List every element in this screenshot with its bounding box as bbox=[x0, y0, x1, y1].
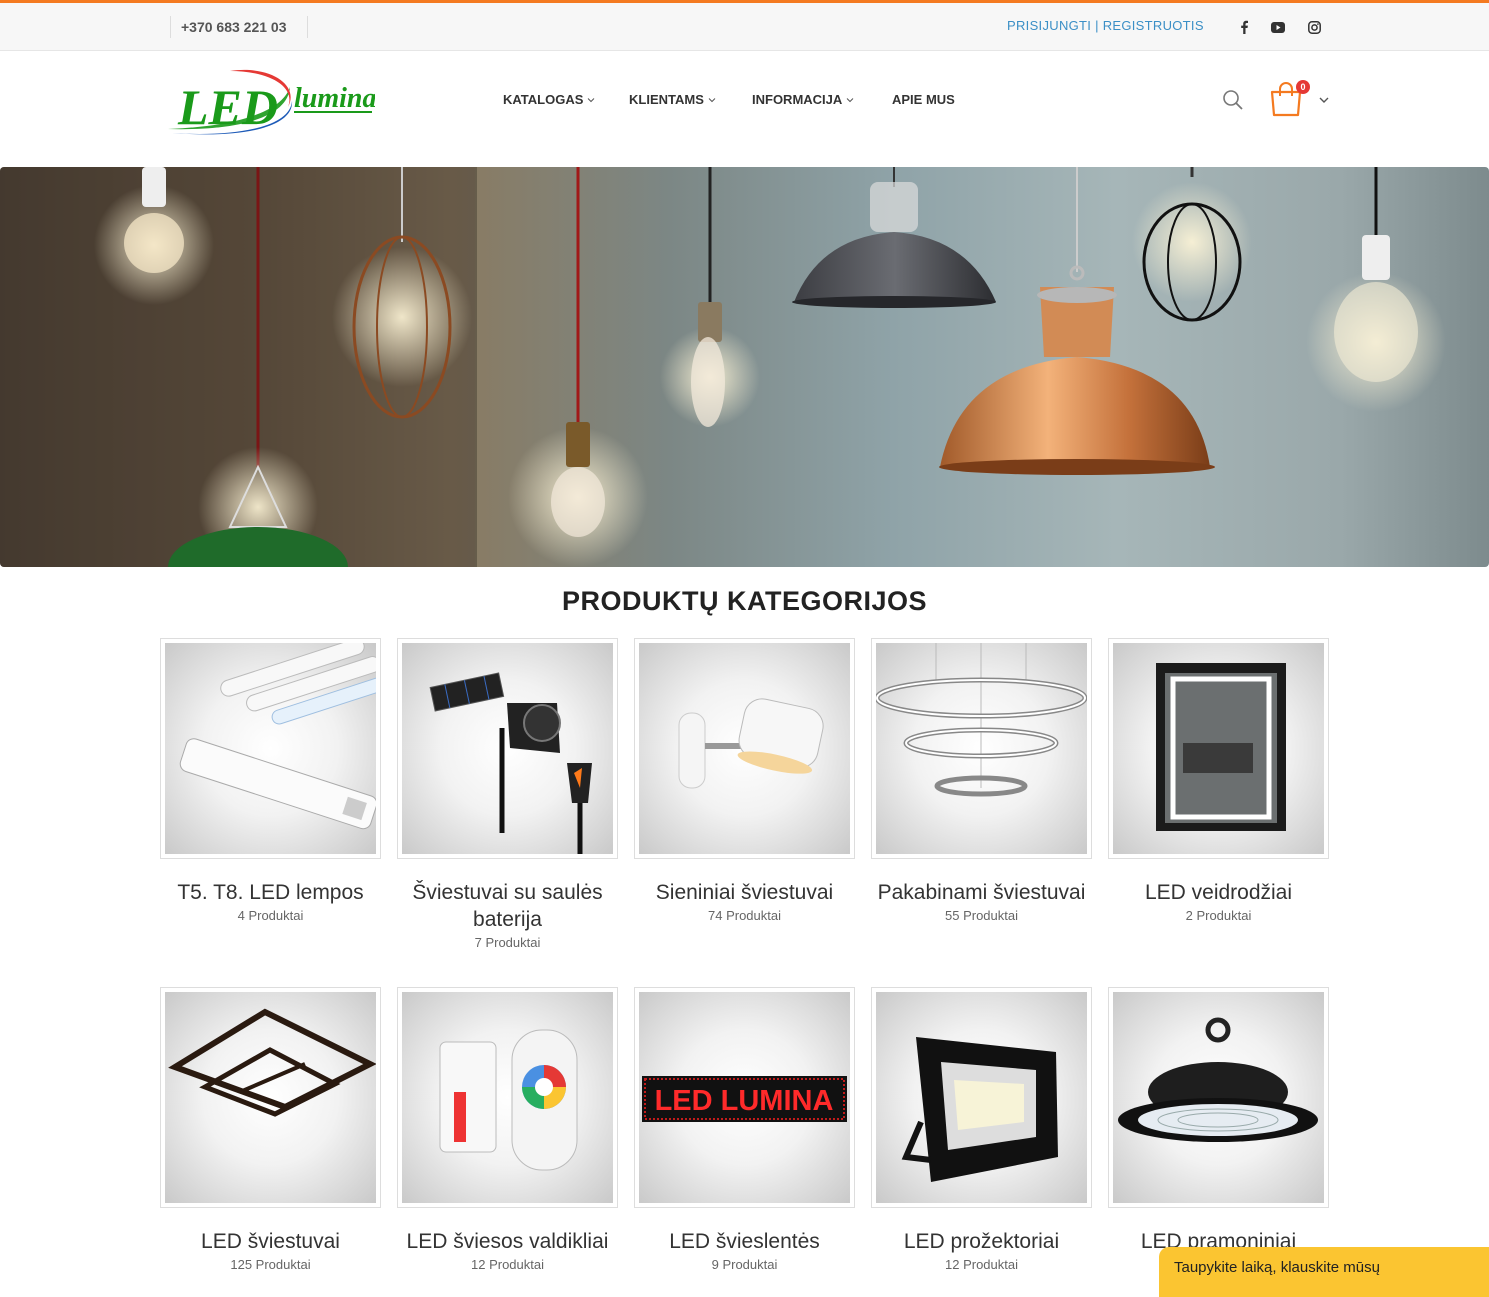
category-image bbox=[876, 643, 1087, 854]
category-name[interactable]: Pakabinami šviestuvai bbox=[871, 879, 1092, 906]
category-card-t5-t8[interactable]: T5. T8. LED lempos 4 Produktai bbox=[160, 638, 381, 923]
category-image bbox=[402, 643, 613, 854]
main-header: LED lumina KATALOGAS KLIENTAMS INFORMACI… bbox=[0, 52, 1489, 166]
nav-label: INFORMACIJA bbox=[752, 92, 843, 107]
category-card-signs[interactable]: LED LUMINA LED švieslentės 9 Produktai bbox=[634, 987, 855, 1272]
category-name[interactable]: LED veidrodžiai bbox=[1108, 879, 1329, 906]
category-card-wall[interactable]: Sieniniai šviestuvai 74 Produktai bbox=[634, 638, 855, 923]
category-count: 55 Produktai bbox=[945, 908, 1018, 923]
category-count: 4 Produktai bbox=[237, 908, 304, 923]
hero-seam bbox=[475, 167, 477, 567]
chat-label: Taupykite laiką, klauskite mūsų bbox=[1174, 1259, 1380, 1276]
category-image-frame[interactable] bbox=[397, 987, 618, 1208]
category-count: 74 Produktai bbox=[708, 908, 781, 923]
category-card-floodlights[interactable]: LED prožektoriai 12 Produktai bbox=[871, 987, 1092, 1272]
category-name[interactable]: LED švieslentės bbox=[634, 1228, 855, 1255]
category-image bbox=[639, 643, 850, 854]
chevron-down-icon bbox=[588, 97, 595, 102]
category-image bbox=[876, 992, 1087, 1203]
category-image-frame[interactable] bbox=[160, 638, 381, 859]
category-name[interactable]: Šviestuvai su saulės baterija bbox=[397, 879, 618, 933]
category-image-frame[interactable] bbox=[871, 987, 1092, 1208]
instagram-icon[interactable] bbox=[1306, 19, 1322, 35]
category-name[interactable]: LED prožektoriai bbox=[871, 1228, 1092, 1255]
cart-count-badge: 0 bbox=[1296, 80, 1310, 94]
site-logo[interactable]: LED lumina bbox=[160, 67, 376, 139]
category-card-led-lights[interactable]: LED šviestuvai 125 Produktai bbox=[160, 987, 381, 1272]
nav-label: KATALOGAS bbox=[503, 92, 584, 107]
facebook-icon[interactable] bbox=[1236, 19, 1252, 35]
chevron-down-icon[interactable] bbox=[1318, 95, 1330, 105]
logo-led-text: LED bbox=[177, 79, 278, 135]
nav-label: KLIENTAMS bbox=[629, 92, 704, 107]
youtube-icon[interactable] bbox=[1270, 19, 1286, 35]
category-image: LED LUMINA bbox=[639, 992, 850, 1203]
chat-widget[interactable]: Taupykite laiką, klauskite mūsų bbox=[1159, 1247, 1489, 1297]
nav-informacija[interactable]: INFORMACIJA bbox=[752, 92, 854, 107]
category-image-frame[interactable] bbox=[1108, 638, 1329, 859]
category-count: 12 Produktai bbox=[471, 1257, 544, 1272]
category-count: 7 Produktai bbox=[474, 935, 541, 950]
category-count: 12 Produktai bbox=[945, 1257, 1018, 1272]
category-count: 2 Produktai bbox=[1185, 908, 1252, 923]
category-name[interactable]: Sieniniai šviestuvai bbox=[634, 879, 855, 906]
category-name[interactable]: LED šviestuvai bbox=[160, 1228, 381, 1255]
category-image bbox=[165, 992, 376, 1203]
category-card-controllers[interactable]: LED šviesos valdikliai 12 Produktai bbox=[397, 987, 618, 1272]
category-image-frame[interactable]: LED LUMINA bbox=[634, 987, 855, 1208]
search-icon[interactable] bbox=[1222, 89, 1244, 111]
nav-label: APIE MUS bbox=[892, 92, 955, 107]
category-name[interactable]: LED šviesos valdikliai bbox=[397, 1228, 618, 1255]
section-title: PRODUKTŲ KATEGORIJOS bbox=[561, 586, 928, 616]
nav-katalogas[interactable]: KATALOGAS bbox=[503, 92, 595, 107]
top-bar: +370 683 221 03 PRISIJUNGTI | REGISTRUOT… bbox=[0, 3, 1489, 51]
logo-lumina-text: lumina bbox=[294, 83, 375, 114]
category-count: 125 Produktai bbox=[230, 1257, 311, 1272]
nav-klientams[interactable]: KLIENTAMS bbox=[629, 92, 716, 107]
category-image-frame[interactable] bbox=[397, 638, 618, 859]
chevron-down-icon bbox=[846, 97, 854, 102]
category-card-solar[interactable]: Šviestuvai su saulės baterija 7 Produkta… bbox=[397, 638, 618, 950]
chevron-down-icon bbox=[708, 97, 716, 102]
category-image bbox=[165, 643, 376, 854]
category-image bbox=[402, 992, 613, 1203]
hero-lamps-illustration bbox=[0, 167, 1446, 567]
category-image bbox=[1113, 992, 1324, 1203]
sign-text: LED LUMINA bbox=[655, 1085, 834, 1117]
category-image-frame[interactable] bbox=[634, 638, 855, 859]
category-image bbox=[1113, 643, 1324, 854]
nav-apie-mus[interactable]: APIE MUS bbox=[892, 92, 955, 107]
category-card-industrial[interactable]: LED pramoniniai bbox=[1108, 987, 1329, 1257]
category-image-frame[interactable] bbox=[1108, 987, 1329, 1208]
category-card-mirrors[interactable]: LED veidrodžiai 2 Produktai bbox=[1108, 638, 1329, 923]
category-card-pendant[interactable]: Pakabinami šviestuvai 55 Produktai bbox=[871, 638, 1092, 923]
category-name[interactable]: T5. T8. LED lempos bbox=[160, 879, 381, 906]
category-count: 9 Produktai bbox=[711, 1257, 778, 1272]
hero-banner bbox=[0, 167, 1489, 567]
category-image-frame[interactable] bbox=[160, 987, 381, 1208]
login-register-link[interactable]: PRISIJUNGTI | REGISTRUOTIS bbox=[1007, 18, 1204, 33]
category-image-frame[interactable] bbox=[871, 638, 1092, 859]
phone-number[interactable]: +370 683 221 03 bbox=[170, 16, 308, 38]
